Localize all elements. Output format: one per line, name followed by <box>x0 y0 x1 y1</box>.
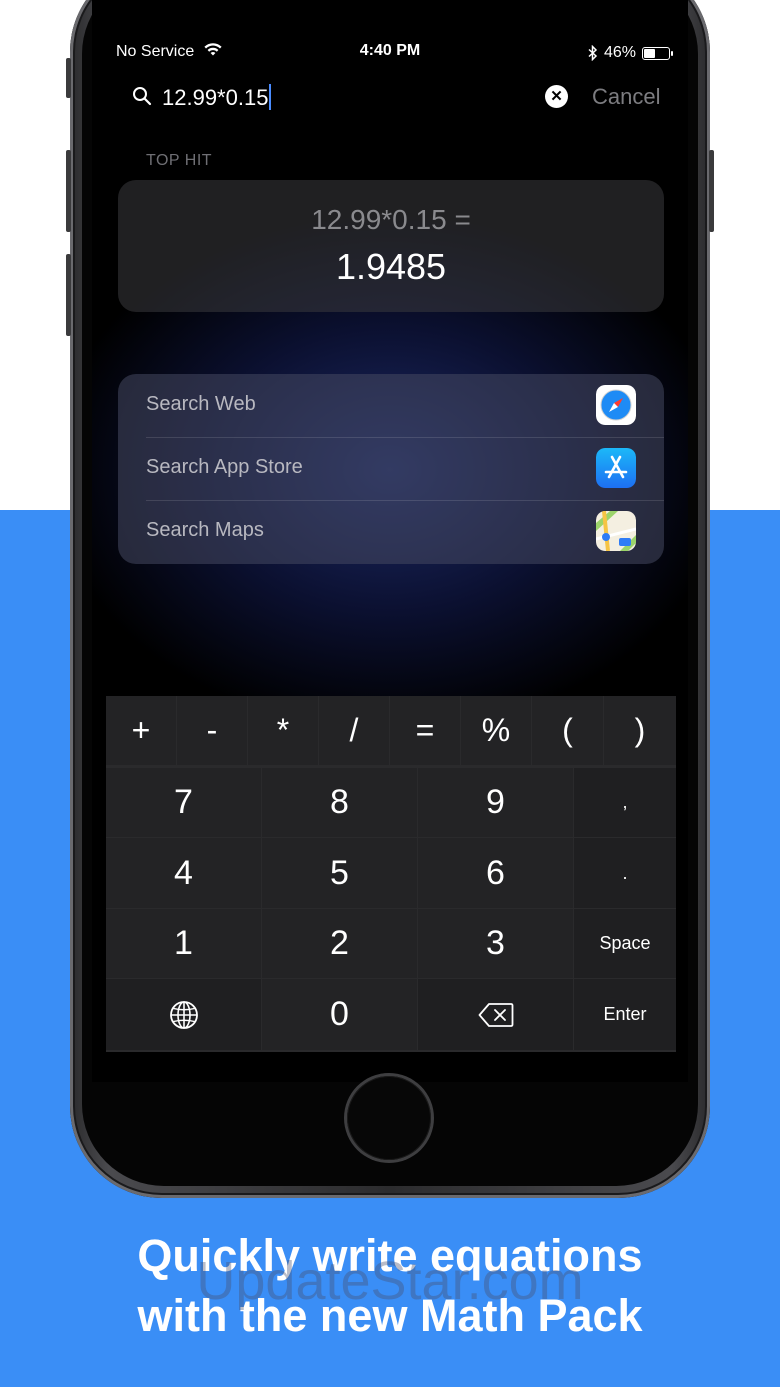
suggestion-label: Search Web <box>146 393 256 415</box>
key-1[interactable]: 1 <box>106 909 261 978</box>
search-icon <box>133 87 152 106</box>
battery-icon <box>642 46 673 60</box>
key-8[interactable]: 8 <box>262 768 417 837</box>
key-2[interactable]: 2 <box>262 909 417 978</box>
top-hit-header: TOP HIT <box>146 152 213 169</box>
key-4[interactable]: 4 <box>106 838 261 908</box>
key-6[interactable]: 6 <box>418 838 573 908</box>
math-keyboard: + - * / = % ( ) 7 8 9 , 4 5 6 . 1 2 3 Sp… <box>106 696 676 1052</box>
key-percent[interactable]: % <box>461 696 531 765</box>
suggestion-search-web[interactable]: Search Web <box>146 374 636 437</box>
maps-icon <box>596 511 636 551</box>
mute-switch <box>66 58 71 98</box>
safari-icon <box>596 385 636 425</box>
key-delete[interactable] <box>418 979 573 1050</box>
key-7[interactable]: 7 <box>106 768 261 837</box>
suggestion-search-app-store[interactable]: Search App Store <box>146 437 636 500</box>
key-open-paren[interactable]: ( <box>532 696 603 765</box>
bluetooth-icon <box>588 45 598 61</box>
key-space[interactable]: Space <box>574 909 676 978</box>
phone-screen: No Service 4:40 PM 46% 12.99*0.15 ✕ Canc… <box>92 0 688 1082</box>
status-right-group: 46% <box>588 42 673 64</box>
suggestion-search-maps[interactable]: Search Maps <box>146 500 636 563</box>
key-plus[interactable]: + <box>106 696 176 765</box>
power-button <box>709 150 714 232</box>
watermark: UpdateStar.com <box>196 1251 584 1311</box>
key-enter[interactable]: Enter <box>574 979 676 1050</box>
key-equals[interactable]: = <box>390 696 460 765</box>
key-0[interactable]: 0 <box>262 979 417 1050</box>
calc-expression: 12.99*0.15 = <box>311 204 471 235</box>
key-minus[interactable]: - <box>177 696 247 765</box>
clear-search-button[interactable]: ✕ <box>545 85 568 108</box>
calculator-result-card[interactable]: 12.99*0.15 = 1.9485 <box>118 180 664 312</box>
app-store-icon <box>596 448 636 488</box>
suggestion-label: Search App Store <box>146 456 303 478</box>
text-caret <box>269 84 272 110</box>
key-close-paren[interactable]: ) <box>604 696 676 765</box>
volume-down-button <box>66 254 71 336</box>
suggestion-label: Search Maps <box>146 519 264 541</box>
search-suggestions: Search Web Search App Store Search Maps <box>118 374 664 564</box>
volume-up-button <box>66 150 71 232</box>
cancel-button[interactable]: Cancel <box>592 84 660 110</box>
key-multiply[interactable]: * <box>248 696 318 765</box>
delete-icon <box>478 1002 513 1027</box>
key-comma[interactable]: , <box>574 768 676 837</box>
key-3[interactable]: 3 <box>418 909 573 978</box>
search-query: 12.99*0.15 <box>162 85 269 110</box>
battery-percent: 46% <box>603 44 636 61</box>
key-period[interactable]: . <box>574 838 676 908</box>
globe-icon <box>169 1000 198 1029</box>
key-globe[interactable] <box>106 979 261 1050</box>
key-divide[interactable]: / <box>319 696 389 765</box>
key-5[interactable]: 5 <box>262 838 417 908</box>
home-button[interactable] <box>347 1076 431 1160</box>
search-input[interactable]: 12.99*0.15 <box>162 84 272 111</box>
calc-result: 1.9485 <box>335 246 447 287</box>
key-9[interactable]: 9 <box>418 768 573 837</box>
search-bar[interactable]: 12.99*0.15 <box>118 74 538 120</box>
